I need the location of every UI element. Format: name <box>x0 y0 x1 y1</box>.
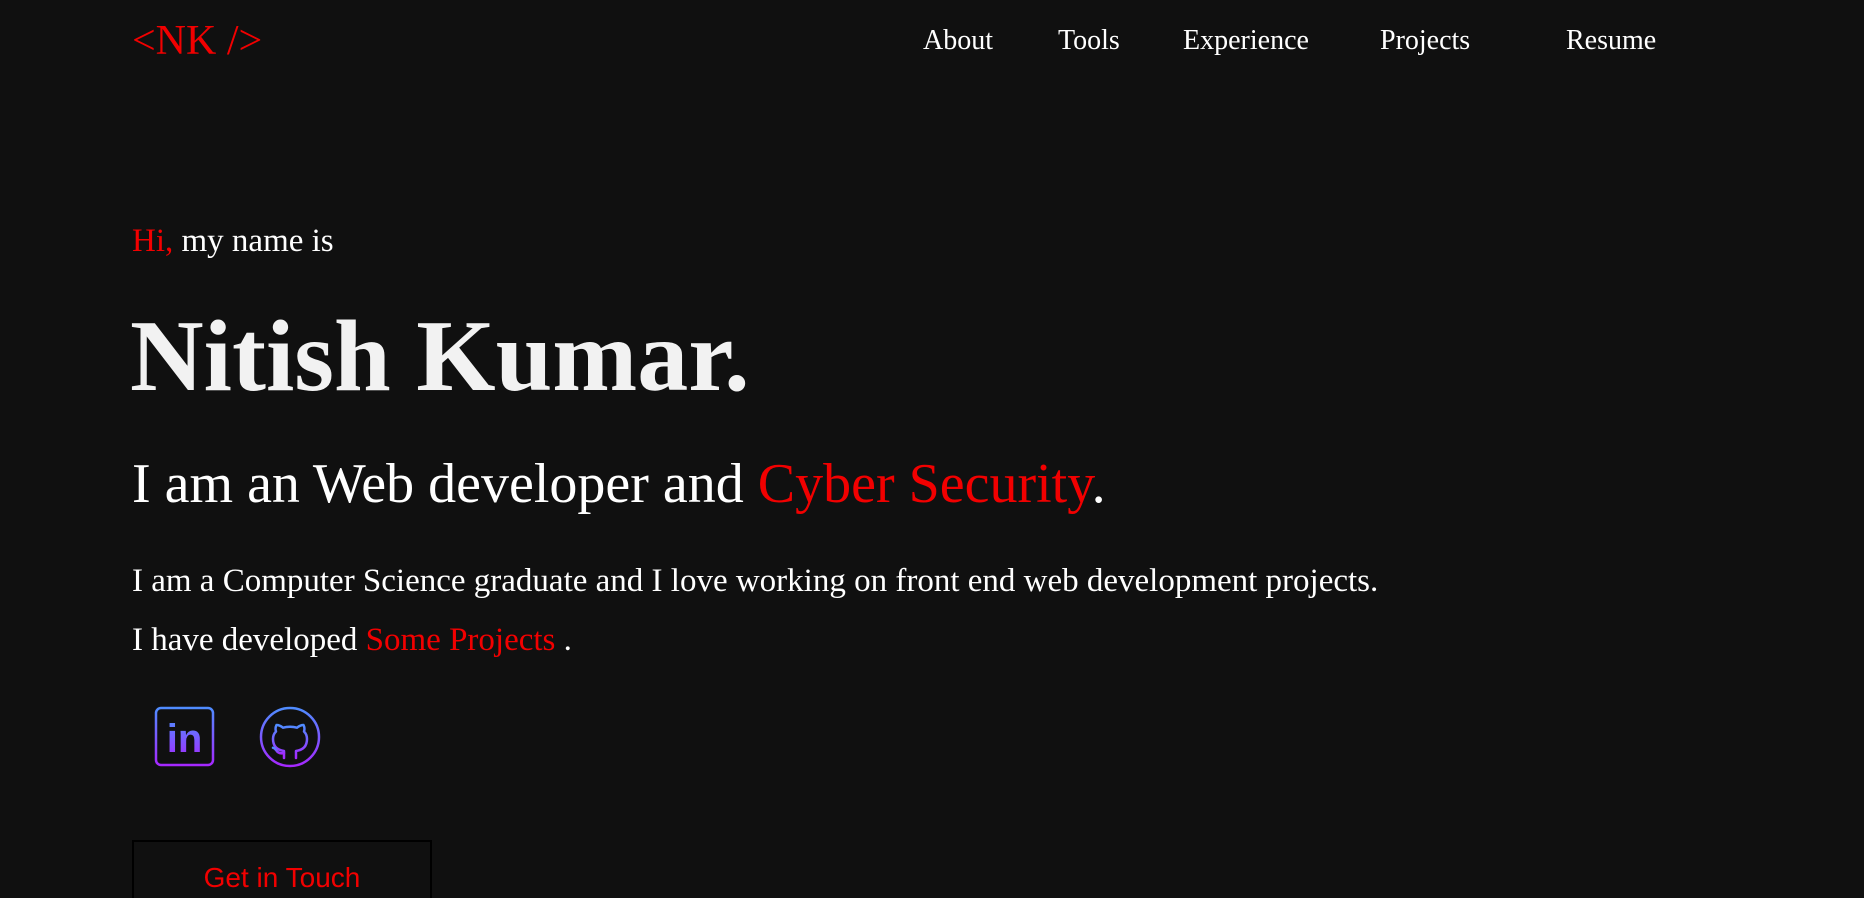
greeting: Hi, my name is <box>132 219 334 263</box>
projects-paragraph: I have developed Some Projects . <box>132 619 572 661</box>
greeting-accent: Hi, <box>132 223 174 259</box>
linkedin-icon-label: in <box>167 717 203 761</box>
get-in-touch-button[interactable]: Get in Touch <box>132 840 432 898</box>
nav-resume[interactable]: Resume <box>1566 22 1656 60</box>
nav-tools[interactable]: Tools <box>1058 22 1120 60</box>
top-nav: About Tools Experience Projects Resume <box>0 22 1864 62</box>
projects-end: . <box>555 622 572 658</box>
github-link[interactable] <box>259 706 321 768</box>
hero-tagline: I am an Web developer and Cyber Security… <box>132 452 1106 516</box>
nav-experience[interactable]: Experience <box>1183 22 1309 60</box>
hero-name: Nitish Kumar. <box>130 300 750 413</box>
linkedin-link[interactable]: in <box>154 706 216 768</box>
nav-about[interactable]: About <box>923 22 993 60</box>
greeting-text: my name is <box>173 223 334 259</box>
intro-paragraph: I am a Computer Science graduate and I l… <box>132 563 1379 599</box>
nav-projects[interactable]: Projects <box>1380 22 1470 60</box>
projects-link[interactable]: Some Projects <box>366 622 556 658</box>
tagline-end: . <box>1091 453 1106 515</box>
linkedin-icon: in <box>154 706 215 767</box>
tagline-accent: Cyber Security <box>757 453 1092 515</box>
projects-text: I have developed <box>132 622 366 658</box>
tagline-start: I am an Web developer and <box>132 453 758 515</box>
github-icon <box>259 706 321 768</box>
